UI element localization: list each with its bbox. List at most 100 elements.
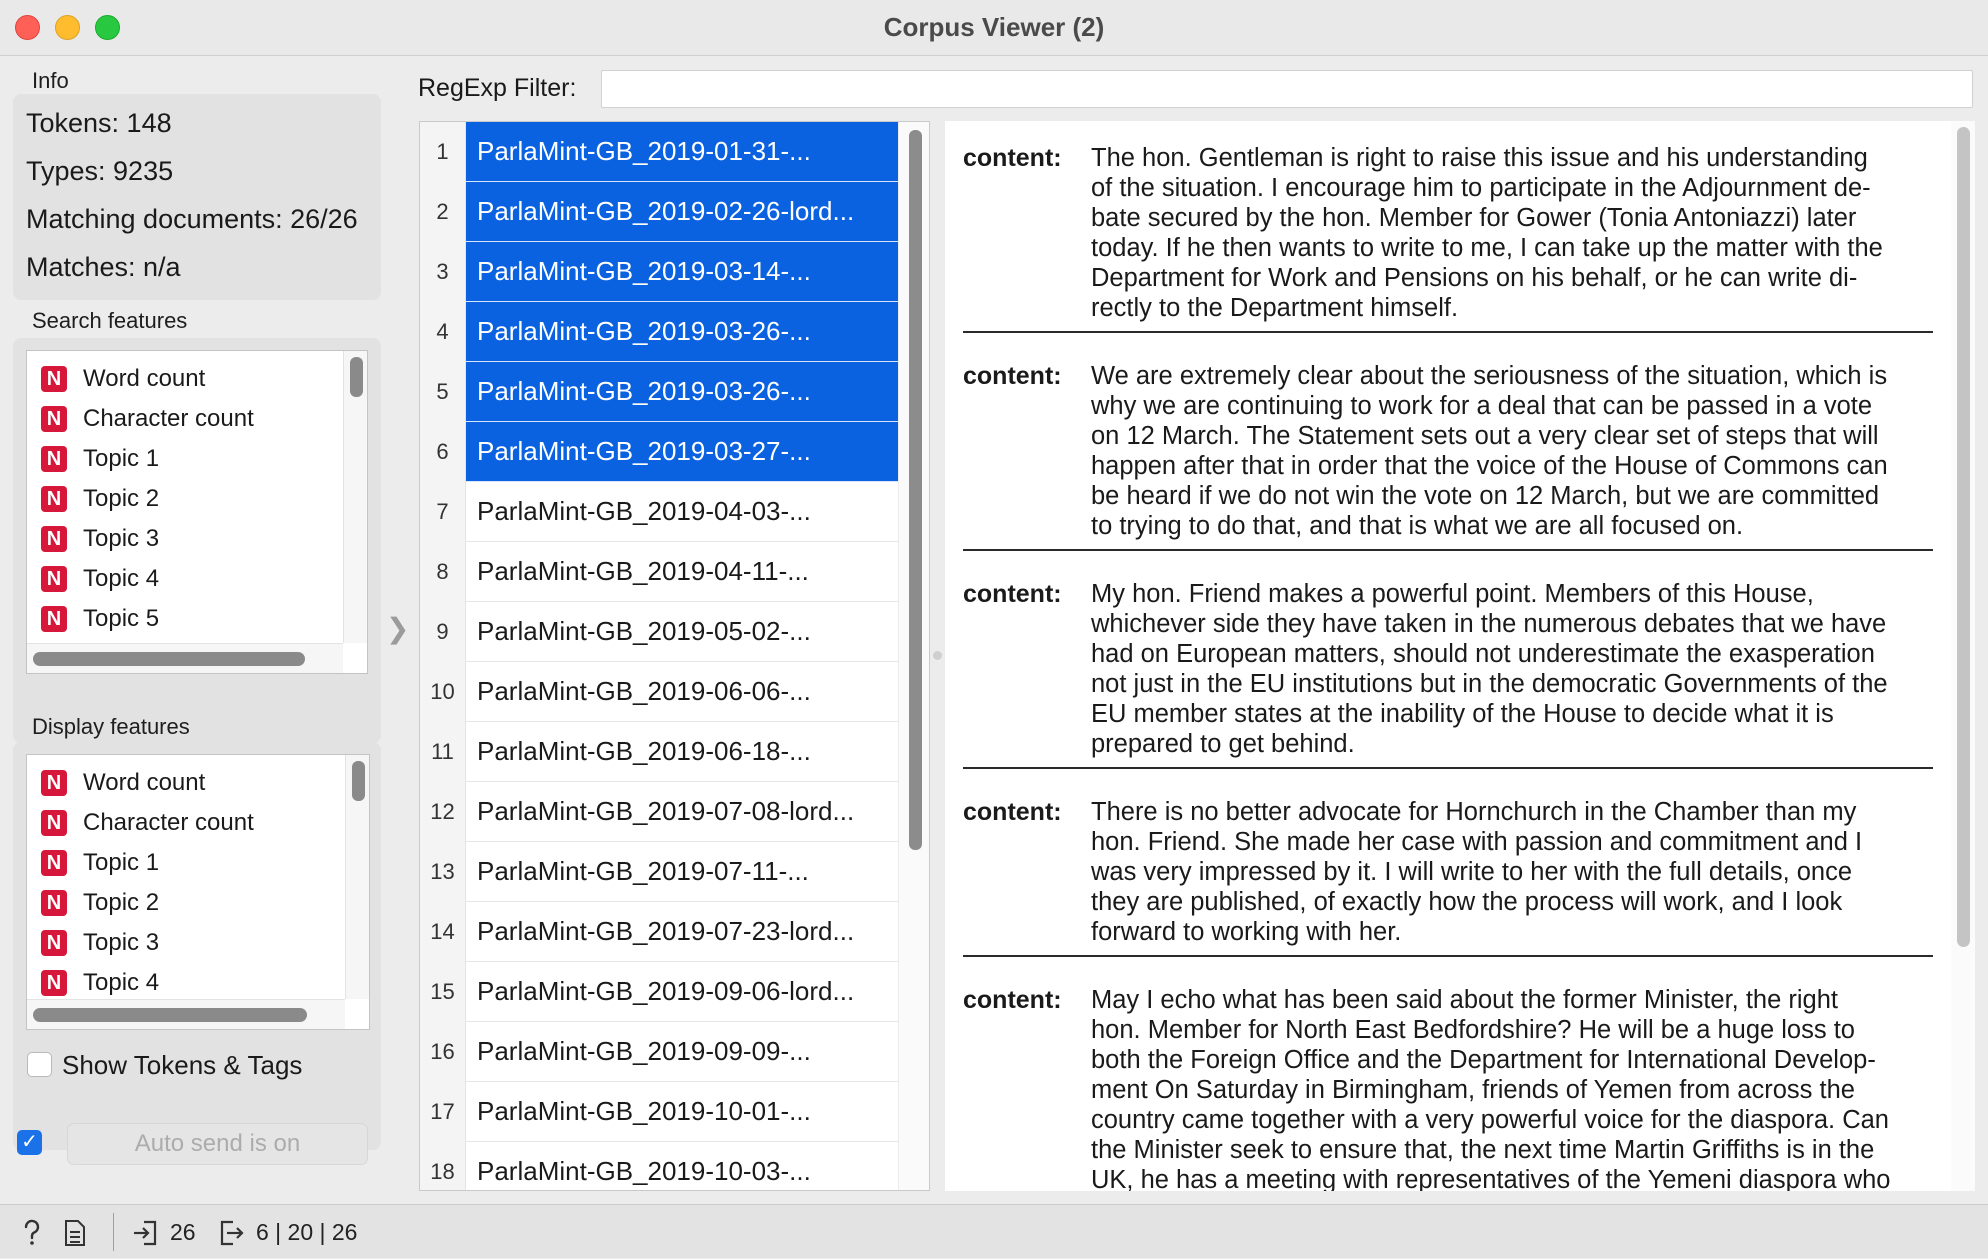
regexp-filter-input[interactable] [601, 70, 1973, 108]
feature-item[interactable]: N Topic 3 [41, 519, 159, 559]
document-row-number: 18 [420, 1142, 466, 1190]
document-row[interactable]: 7 ParlaMint-GB_2019-04-03-... [420, 482, 898, 542]
document-row[interactable]: 12 ParlaMint-GB_2019-07-08-lord... [420, 782, 898, 842]
feature-item-label: Character count [83, 405, 254, 432]
feature-item[interactable]: N Topic 4 [41, 559, 159, 599]
regexp-filter-label: RegExp Filter: [418, 74, 577, 102]
status-divider [113, 1213, 114, 1251]
document-row-title: ParlaMint-GB_2019-03-26-... [466, 362, 898, 422]
feature-list-hscroll-thumb[interactable] [33, 1008, 307, 1022]
auto-send-checkbox[interactable]: ✓ [17, 1130, 42, 1155]
feature-item[interactable]: N Topic 1 [41, 439, 159, 479]
document-row[interactable]: 10 ParlaMint-GB_2019-06-06-... [420, 662, 898, 722]
document-row[interactable]: 11 ParlaMint-GB_2019-06-18-... [420, 722, 898, 782]
document-row-number: 13 [420, 842, 466, 902]
document-row[interactable]: 5 ParlaMint-GB_2019-03-26-... [420, 362, 898, 422]
display-features-label: Display features [32, 714, 190, 739]
content-text: May I echo what has been said about the … [1091, 985, 1941, 1191]
feature-item[interactable]: N Topic 3 [41, 923, 159, 963]
help-icon[interactable] [20, 1219, 44, 1247]
feature-item[interactable]: N Topic 5 [41, 599, 159, 639]
document-row-title: ParlaMint-GB_2019-10-03-... [477, 1156, 811, 1186]
feature-item[interactable]: N Topic 2 [41, 479, 159, 519]
feature-item[interactable]: N Word count [41, 763, 205, 803]
input-count: 26 [170, 1219, 196, 1245]
document-row-number: 15 [420, 962, 466, 1022]
feature-item[interactable]: N Topic 4 [41, 963, 159, 1003]
splitter-handle[interactable] [933, 651, 942, 660]
document-row-number: 7 [420, 482, 466, 542]
content-text-line: happen after that in order that the voic… [1091, 452, 1888, 480]
window-title: Corpus Viewer (2) [883, 12, 1105, 42]
document-row-number: 14 [420, 902, 466, 962]
content-separator [963, 549, 1933, 551]
search-features-list[interactable]: N Word count N Character count N Topic 1 N Topi… [26, 350, 368, 674]
numeric-feature-icon: N [41, 566, 67, 592]
display-features-group: N Word count N Character count N Topic 1 N Topi… [13, 742, 381, 1150]
content-text-line: bate secured by the hon. Member for Gowe… [1091, 204, 1857, 232]
document-list-scrollbar[interactable] [898, 122, 929, 1190]
content-text-line: forward to working with her. [1091, 918, 1402, 946]
numeric-feature-icon: N [41, 890, 67, 916]
content-text: We are extremely clear about the serious… [1091, 361, 1941, 541]
document-row[interactable]: 18 ParlaMint-GB_2019-10-03-... [420, 1142, 898, 1190]
document-row[interactable]: 14 ParlaMint-GB_2019-07-23-lord... [420, 902, 898, 962]
content-field-label: content: [963, 580, 1062, 608]
document-row-number: 11 [420, 722, 466, 782]
feature-item-label: Topic 2 [83, 889, 160, 916]
control-area: Info Tokens: 148 Types: 9235 Matching do… [0, 56, 392, 1204]
content-field-label: content: [963, 362, 1062, 390]
feature-list-hscrollbar[interactable] [27, 643, 343, 673]
document-row-title: ParlaMint-GB_2019-01-31-... [466, 122, 898, 182]
document-row[interactable]: 13 ParlaMint-GB_2019-07-11-... [420, 842, 898, 902]
document-row-number: 4 [420, 302, 466, 362]
info-box: Tokens: 148 Types: 9235 Matching documen… [13, 94, 381, 300]
info-matching: Matching documents: 26/26 [26, 204, 358, 234]
content-text-line: Department for Work and Pensions on his … [1091, 264, 1858, 292]
feature-list-vscroll-thumb[interactable] [350, 357, 363, 397]
feature-item[interactable]: N Topic 1 [41, 843, 159, 883]
content-separator [963, 955, 1933, 957]
feature-list-hscrollbar[interactable] [27, 999, 345, 1029]
content-scroll-thumb[interactable] [1957, 127, 1970, 947]
content-text-line: not just in the EU institutions but in t… [1091, 670, 1888, 698]
document-row[interactable]: 15 ParlaMint-GB_2019-09-06-lord... [420, 962, 898, 1022]
content-text-line: hon. Friend. She made her case with pass… [1091, 828, 1863, 856]
feature-list-hscroll-thumb[interactable] [33, 652, 305, 666]
document-row[interactable]: 1 ParlaMint-GB_2019-01-31-... [420, 122, 898, 182]
display-features-list[interactable]: N Word count N Character count N Topic 1 N Topi… [26, 754, 370, 1030]
numeric-feature-icon: N [41, 930, 67, 956]
document-row[interactable]: 9 ParlaMint-GB_2019-05-02-... [420, 602, 898, 662]
document-row[interactable]: 3 ParlaMint-GB_2019-03-14-... [420, 242, 898, 302]
document-row[interactable]: 17 ParlaMint-GB_2019-10-01-... [420, 1082, 898, 1142]
info-types: Types: 9235 [26, 156, 174, 186]
content-scrollbar[interactable] [1951, 121, 1975, 1191]
document-row-title: ParlaMint-GB_2019-07-08-lord... [477, 796, 855, 826]
feature-item[interactable]: N Topic 2 [41, 883, 159, 923]
feature-item[interactable]: N Character count [41, 803, 254, 843]
document-row[interactable]: 8 ParlaMint-GB_2019-04-11-... [420, 542, 898, 602]
feature-list-vscrollbar[interactable] [345, 755, 369, 999]
feature-item-label: Topic 3 [83, 929, 160, 956]
document-row-number: 17 [420, 1082, 466, 1142]
feature-item[interactable]: N Character count [41, 399, 254, 439]
content-field-label: content: [963, 798, 1062, 826]
document-row[interactable]: 2 ParlaMint-GB_2019-02-26-lord... [420, 182, 898, 242]
content-text-line: both the Foreign Office and the Departme… [1091, 1046, 1876, 1074]
chevron-right-icon[interactable]: ❯ [386, 612, 409, 645]
feature-item[interactable]: N Word count [41, 359, 205, 399]
document-list-scroll-thumb[interactable] [909, 130, 922, 850]
document-row[interactable]: 16 ParlaMint-GB_2019-09-09-... [420, 1022, 898, 1082]
document-row[interactable]: 4 ParlaMint-GB_2019-03-26-... [420, 302, 898, 362]
content-text: My hon. Friend makes a powerful point. M… [1091, 579, 1941, 759]
show-tokens-checkbox[interactable] [27, 1052, 52, 1077]
feature-list-vscroll-thumb[interactable] [352, 761, 365, 801]
content-text-line: country came together with a very powerf… [1091, 1106, 1889, 1134]
report-icon[interactable] [64, 1219, 86, 1247]
feature-list-vscrollbar[interactable] [343, 351, 367, 643]
auto-send-button[interactable]: Auto send is on [67, 1123, 368, 1165]
document-row-number: 12 [420, 782, 466, 842]
document-list[interactable]: 18 ParlaMint-GB_2019-10-03-... 17 ParlaMint… [419, 121, 930, 1191]
document-row-number: 2 [420, 182, 466, 242]
document-row[interactable]: 6 ParlaMint-GB_2019-03-27-... [420, 422, 898, 482]
